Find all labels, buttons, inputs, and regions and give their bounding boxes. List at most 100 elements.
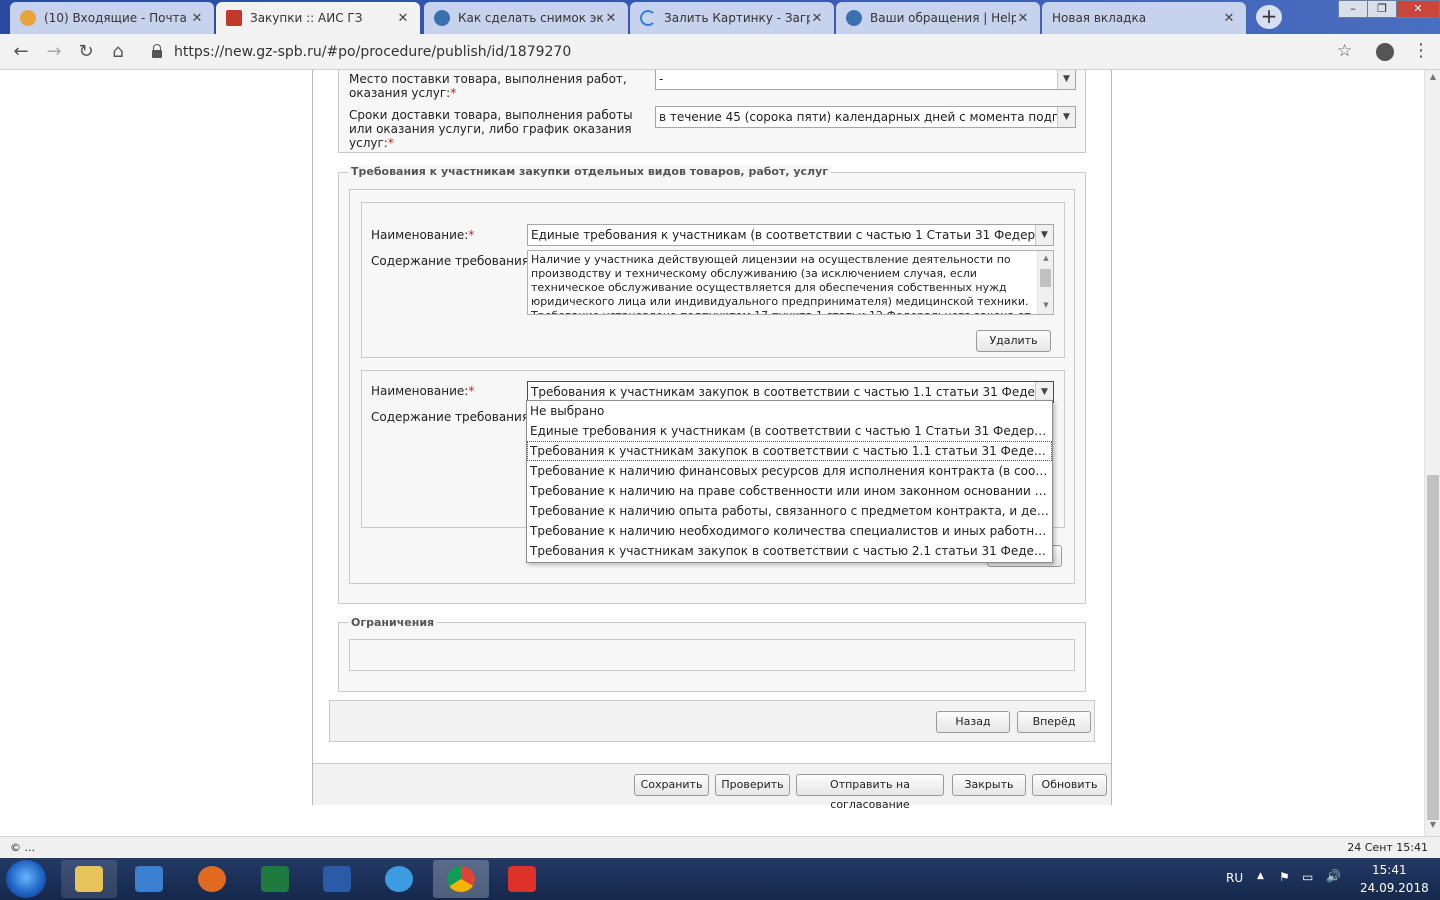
word-icon <box>323 866 351 892</box>
windows-taskbar: RU ▲ ⚑ ▭ 🔊 15:41 24.09.2018 <box>0 858 1440 900</box>
folder-icon <box>75 866 103 892</box>
requirement-1-content-text: Наличие у участника действующей лицензии… <box>531 253 1031 314</box>
requirement-1-select[interactable]: Единые требования к участникам (в соотве… <box>527 224 1054 246</box>
dropdown-option[interactable]: Не выбрано <box>527 401 1052 421</box>
page-scroll-thumb[interactable] <box>1427 475 1439 820</box>
required-marker: * <box>468 384 475 398</box>
new-tab-button[interactable]: + <box>1256 5 1282 29</box>
close-icon[interactable]: ✕ <box>810 11 824 26</box>
clock-time[interactable]: 15:41 <box>1372 863 1407 877</box>
chrome-taskbar-button[interactable] <box>433 860 489 898</box>
content-label: Содержание требования: <box>371 410 534 424</box>
media-player-taskbar-button[interactable] <box>121 860 177 898</box>
save-button[interactable]: Сохранить <box>634 774 709 796</box>
loading-icon <box>640 10 656 26</box>
dropdown-option[interactable]: Требование к наличию опыта работы, связа… <box>527 501 1052 521</box>
chevron-down-icon: ▼ <box>1057 107 1075 127</box>
tray-expand-icon[interactable]: ▲ <box>1257 871 1264 881</box>
scroll-down-icon[interactable]: ▼ <box>1038 298 1053 312</box>
dropdown-option[interactable]: Требование к наличию на праве собственно… <box>527 481 1052 501</box>
close-icon[interactable]: ✕ <box>1016 11 1030 26</box>
reload-icon[interactable]: ↻ <box>75 41 97 63</box>
back-button[interactable]: Назад <box>936 711 1010 733</box>
tools-icon <box>226 10 242 26</box>
window-close-icon[interactable]: ✕ <box>1396 0 1440 18</box>
ie-taskbar-button[interactable] <box>371 860 427 898</box>
tab-label: Закупки :: АИС ГЗ <box>250 11 363 25</box>
browser-menu-icon[interactable]: ⋮ <box>1412 40 1430 61</box>
status-datetime: 24 Сент 15:41 <box>1347 841 1428 854</box>
restrictions-legend: Ограничения <box>348 616 438 629</box>
close-icon[interactable]: ✕ <box>604 11 618 26</box>
tab-zakupki[interactable]: Закупки :: АИС ГЗ ✕ <box>216 2 420 34</box>
language-indicator[interactable]: RU <box>1226 871 1243 885</box>
scroll-down-icon[interactable]: ▼ <box>1425 820 1440 834</box>
close-icon[interactable]: ✕ <box>1222 11 1236 26</box>
scroll-up-icon[interactable]: ▲ <box>1425 72 1440 86</box>
tab-helpdesk[interactable]: Ваши обращения | HelpDe ✕ <box>836 2 1040 34</box>
chevron-down-icon: ▼ <box>1035 225 1053 245</box>
explorer-taskbar-button[interactable] <box>61 860 117 898</box>
dropdown-option[interactable]: Единые требования к участникам (в соотве… <box>527 421 1052 441</box>
delivery-place-select[interactable]: - ▼ <box>655 70 1076 90</box>
yandex-taskbar-button[interactable] <box>494 860 550 898</box>
scroll-up-icon[interactable]: ▲ <box>1038 251 1053 265</box>
word-taskbar-button[interactable] <box>309 860 365 898</box>
close-button[interactable]: Закрыть <box>952 774 1026 796</box>
yandex-icon <box>508 866 536 892</box>
excel-taskbar-button[interactable] <box>247 860 303 898</box>
action-center-flag-icon[interactable]: ⚑ <box>1279 870 1290 884</box>
delivery-terms-select[interactable]: в течение 45 (сорока пяти) календарных д… <box>655 106 1076 128</box>
tab-label: (10) Входящие - Почта Ма <box>44 11 190 25</box>
forward-button[interactable]: Вперёд <box>1017 711 1091 733</box>
chevron-down-icon: ▼ <box>1057 70 1075 89</box>
clock-date[interactable]: 24.09.2018 <box>1360 881 1429 895</box>
delivery-terms-label: Сроки доставки товара, выполнения работы… <box>349 108 649 150</box>
requirement-2-dropdown-list[interactable]: Не выбрано Единые требования к участника… <box>526 400 1053 563</box>
refresh-button[interactable]: Обновить <box>1032 774 1107 796</box>
dropdown-option[interactable]: Требование к наличию необходимого количе… <box>527 521 1052 541</box>
close-icon[interactable]: ✕ <box>190 11 204 26</box>
chevron-down-icon: ▼ <box>1035 382 1053 402</box>
delivery-fieldset: Место поставки товара, выполнения работ,… <box>338 70 1086 153</box>
status-bar: © ... 24 Сент 15:41 <box>0 836 1440 858</box>
textarea-scroll-thumb[interactable] <box>1040 269 1051 287</box>
requirement-2-value: Требования к участникам закупок в соотве… <box>531 385 1054 399</box>
firefox-taskbar-button[interactable] <box>184 860 240 898</box>
network-icon[interactable]: ▭ <box>1302 870 1313 884</box>
dropdown-option[interactable]: Требование к наличию финансовых ресурсов… <box>527 461 1052 481</box>
tab-mail[interactable]: (10) Входящие - Почта Ма ✕ <box>10 2 214 34</box>
name-label: Наименование:* <box>371 228 474 242</box>
tab-label: Залить Картинку - Загруз <box>664 11 810 25</box>
delivery-terms-value: в течение 45 (сорока пяти) календарных д… <box>659 110 1076 124</box>
home-icon[interactable]: ⌂ <box>107 41 129 63</box>
dropdown-option-selected[interactable]: Требования к участникам закупок в соотве… <box>527 441 1052 461</box>
requirement-1-content[interactable]: Наличие у участника действующей лицензии… <box>527 250 1054 315</box>
dropdown-option[interactable]: Требования к участникам закупок в соотве… <box>527 541 1052 561</box>
address-bar[interactable]: https://new.gz-spb.ru/#po/procedure/publ… <box>140 39 1370 65</box>
restore-icon[interactable]: ❐ <box>1367 0 1397 18</box>
windows-start-icon[interactable] <box>6 860 46 898</box>
tab-new[interactable]: Новая вкладка ✕ <box>1042 2 1246 34</box>
delete-requirement-button[interactable]: Удалить <box>976 330 1051 352</box>
page-scrollbar[interactable]: ▲ ▼ <box>1424 70 1440 836</box>
minimize-icon[interactable]: – <box>1338 0 1368 18</box>
forward-arrow-icon[interactable]: → <box>43 41 65 63</box>
status-left: © ... <box>10 841 35 854</box>
close-icon[interactable]: ✕ <box>396 11 410 26</box>
bookmark-star-icon[interactable]: ☆ <box>1337 41 1352 61</box>
profile-icon[interactable] <box>1376 43 1394 61</box>
send-for-approval-button[interactable]: Отправить на согласование <box>796 774 944 811</box>
restrictions-fieldset: Ограничения <box>338 616 1086 692</box>
mail-icon <box>20 10 36 26</box>
check-button[interactable]: Проверить <box>715 774 790 796</box>
lock-icon <box>152 44 162 58</box>
back-arrow-icon[interactable]: ← <box>10 41 32 63</box>
page-content: Место поставки товара, выполнения работ,… <box>0 70 1424 836</box>
textarea-scrollbar[interactable]: ▲ ▼ <box>1037 251 1053 314</box>
requirement-1-value: Единые требования к участникам (в соотве… <box>531 228 1054 242</box>
tab-upload-image[interactable]: Залить Картинку - Загруз ✕ <box>630 2 834 34</box>
content-label: Содержание требования: <box>371 254 534 268</box>
tab-screenshot-help[interactable]: Как сделать снимок экра ✕ <box>424 2 628 34</box>
volume-icon[interactable]: 🔊 <box>1326 869 1341 883</box>
